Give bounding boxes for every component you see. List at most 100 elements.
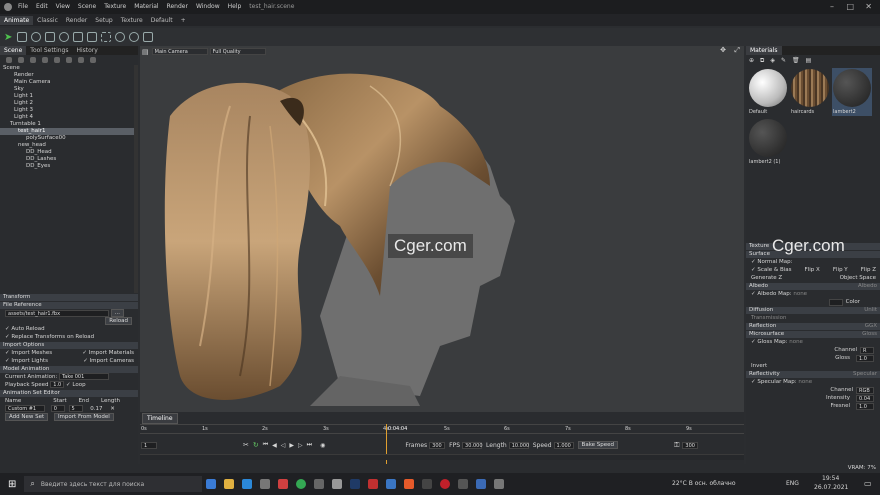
albedo-header[interactable]: Albedo Albedo — [746, 283, 880, 290]
import-cameras-checkbox[interactable]: ✓ Import Cameras — [83, 357, 134, 365]
generate-z-label[interactable]: Generate Z — [751, 274, 782, 282]
reflectivity-type[interactable]: Specular — [853, 371, 877, 378]
start-frame-input[interactable]: 1 — [141, 441, 157, 449]
loop-checkbox[interactable]: ✓ Loop — [66, 382, 86, 388]
tree-item-new-head[interactable]: new_head — [0, 142, 134, 149]
minimize-icon[interactable]: – — [830, 2, 834, 11]
tab-classic[interactable]: Classic — [33, 16, 62, 25]
tree-item-dd-eyes[interactable]: DD_Eyes — [0, 163, 134, 170]
menu-texture[interactable]: Texture — [100, 3, 130, 10]
menu-material[interactable]: Material — [130, 3, 162, 10]
assign-material-icon[interactable]: ◈ — [770, 57, 775, 64]
add-new-set-button[interactable]: Add New Set — [5, 413, 49, 421]
app-icon-8[interactable] — [422, 479, 433, 489]
tab-default[interactable]: Default — [147, 16, 177, 25]
duplicate-icon[interactable] — [78, 57, 84, 63]
replace-transforms-checkbox[interactable]: ✓ Replace Transforms on Reload — [0, 333, 138, 341]
tab-tool-settings[interactable]: Tool Settings — [26, 46, 72, 55]
microsurface-header[interactable]: Microsurface Gloss — [746, 331, 880, 338]
reflection-header[interactable]: Reflection GGX — [746, 323, 880, 330]
transform-header[interactable]: Transform — [0, 294, 138, 301]
mail-icon[interactable] — [242, 479, 253, 489]
gloss-map-row[interactable]: ✓ Gloss Map: none — [746, 338, 880, 346]
photoshop-icon[interactable] — [350, 479, 361, 489]
sky-icon[interactable] — [30, 57, 36, 63]
new-material-icon[interactable]: ⊕ — [749, 57, 754, 64]
app-icon-2[interactable] — [278, 479, 289, 489]
set-end-input[interactable]: 5 — [68, 405, 83, 412]
tree-item-main-camera[interactable]: Main Camera — [0, 79, 134, 86]
microsurface-type[interactable]: Gloss — [862, 331, 877, 338]
app-icon-1[interactable] — [260, 479, 271, 489]
import-lights-checkbox[interactable]: ✓ Import Lights — [5, 357, 48, 365]
reflectivity-header[interactable]: Reflectivity Specular — [746, 371, 880, 378]
fresnel-input[interactable]: 1.0 — [856, 402, 874, 410]
tab-setup[interactable]: Setup — [91, 16, 116, 25]
menu-help[interactable]: Help — [224, 3, 246, 10]
albedo-map-row[interactable]: ✓ Albedo Map: none — [746, 290, 880, 298]
browse-button[interactable]: ... — [110, 309, 124, 317]
albedo-color-swatch[interactable] — [828, 298, 843, 306]
model-animation-header[interactable]: Model Animation — [0, 366, 138, 373]
next-frame-icon[interactable]: ▷ — [298, 442, 303, 449]
add-tab-button[interactable]: + — [177, 16, 190, 25]
frames-input[interactable]: 300 — [429, 441, 446, 449]
tree-item-sky[interactable]: Sky — [0, 86, 134, 93]
app-icon-7[interactable] — [404, 479, 415, 489]
menu-view[interactable]: View — [52, 3, 74, 10]
prev-key-icon[interactable]: ◀ — [272, 442, 277, 449]
material-lambert2[interactable]: lambert2 — [832, 68, 872, 116]
clock-time[interactable]: 19:54 — [822, 475, 839, 482]
tab-animate[interactable]: Animate — [0, 15, 34, 25]
menu-edit[interactable]: Edit — [32, 3, 52, 10]
world-tool-icon[interactable] — [59, 32, 70, 42]
gloss-channel-select[interactable]: R — [860, 346, 874, 354]
speed-input[interactable]: 1.000 — [553, 441, 574, 449]
material-lambert2-1[interactable]: lambert2 (1) — [748, 118, 788, 166]
menu-window[interactable]: Window — [192, 3, 224, 10]
app-icon-11[interactable] — [494, 479, 505, 489]
specular-channel-select[interactable]: RGB — [856, 386, 874, 394]
remove-set-icon[interactable]: ✕ — [110, 406, 115, 412]
menu-file[interactable]: File — [14, 3, 32, 10]
tree-item-render[interactable]: Render — [0, 72, 134, 79]
animation-set-editor-header[interactable]: Animation Set Editor — [0, 390, 138, 397]
search-box[interactable]: ⌕ Введите здесь текст для поиска — [24, 476, 203, 492]
loop-icon[interactable]: ↻ — [253, 441, 259, 449]
menu-scene[interactable]: Scene — [74, 3, 100, 10]
viewport[interactable]: ▤ Main Camera Full Quality ✥ ⤢ Cger.com — [140, 46, 744, 412]
reload-button[interactable]: Reload — [105, 317, 132, 325]
tab-materials[interactable]: Materials — [746, 46, 782, 55]
mesh-icon[interactable] — [54, 57, 60, 63]
tree-item-light-4[interactable]: Light 4 — [0, 114, 134, 121]
box-select-icon[interactable] — [101, 32, 112, 42]
tree-item-turntable[interactable]: Turntable 1 — [0, 121, 134, 128]
diffusion-type[interactable]: Unlit — [864, 307, 877, 314]
playback-speed-input[interactable]: 1.0 — [50, 381, 65, 388]
transmission-row[interactable]: Transmission — [746, 314, 880, 322]
taskview-icon[interactable] — [206, 479, 217, 489]
move-tool-icon[interactable] — [17, 32, 28, 42]
gloss-input[interactable]: 1.0 — [856, 354, 874, 362]
play-icon[interactable]: ▶ — [289, 442, 294, 449]
import-meshes-checkbox[interactable]: ✓ Import Meshes — [5, 349, 52, 357]
object-space-label[interactable]: Object Space — [840, 274, 876, 282]
auto-reload-checkbox[interactable]: ✓ Auto Reload — [0, 325, 138, 333]
fps-input[interactable]: 30.000 — [462, 441, 483, 449]
select-arrow-icon[interactable]: ➤ — [4, 32, 12, 43]
import-options-header[interactable]: Import Options — [0, 342, 138, 349]
cut-icon[interactable]: ✂ — [243, 441, 249, 449]
scale-tool-icon[interactable] — [45, 32, 56, 42]
length-input[interactable]: 10.000 — [508, 441, 529, 449]
close-icon[interactable]: ✕ — [865, 2, 872, 11]
flip-y-label[interactable]: Flip Y — [833, 266, 848, 274]
material-default[interactable]: Default — [748, 68, 788, 116]
menu-render[interactable]: Render — [163, 3, 192, 10]
lasso-select-icon[interactable] — [115, 32, 126, 42]
key-icon[interactable]: ⚿ — [674, 441, 679, 450]
tree-item-test-hair[interactable]: test_hair1 — [0, 128, 134, 135]
invert-checkbox[interactable]: Invert — [746, 362, 880, 370]
duplicate-material-icon[interactable]: ⧉ — [760, 57, 764, 65]
record-icon[interactable]: ◉ — [320, 442, 325, 449]
specular-map-row[interactable]: ✓ Specular Map: none — [746, 378, 880, 386]
